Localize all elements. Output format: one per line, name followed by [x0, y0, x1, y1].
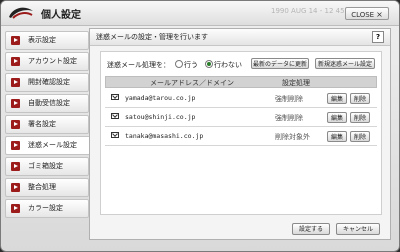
sidebar-item-label: 整合処理: [28, 183, 56, 191]
sidebar-item-label: 自動受信設定: [28, 99, 70, 107]
spam-mode-label: 迷惑メール処理を：: [107, 61, 170, 69]
sidebar-item-display[interactable]: 表示設定: [5, 31, 89, 50]
arrow-right-icon: [11, 162, 20, 171]
row-email: satou@shinji.co.jp: [125, 113, 196, 121]
close-button[interactable]: CLOSE ×: [345, 7, 389, 20]
close-icon: ×: [376, 10, 383, 19]
sidebar-item-label: 開封確認設定: [28, 78, 70, 86]
settings-window: 個人設定 1990 AUG 14 - 12 45 CLOSE × 表示設定 アカウ…: [0, 0, 400, 252]
sidebar-item-auto-receive[interactable]: 自動受信設定: [5, 94, 89, 113]
radio-label: 行わない: [214, 61, 242, 69]
row-action: 強制削除: [275, 114, 303, 122]
edit-button[interactable]: 編集: [327, 93, 347, 104]
sidebar-item-signature[interactable]: 署名設定: [5, 115, 89, 134]
sidebar: 表示設定 アカウント設定 開封確認設定 自動受信設定 署名設定 迷惑メール設定 …: [5, 31, 91, 220]
panel-title: 迷惑メールの設定・管理を行います: [96, 33, 208, 41]
radio-label: 行う: [184, 61, 198, 69]
sidebar-item-consistency[interactable]: 整合処理: [5, 178, 89, 197]
mail-icon: [111, 132, 119, 138]
edit-button[interactable]: 編集: [327, 112, 347, 123]
panel-footer: 設定する キャンセル: [90, 221, 390, 237]
arrow-right-icon: [11, 78, 20, 87]
table-row: yamada@tarou.co.jp 強制削除 編集 削除: [105, 89, 377, 108]
app-logo-icon: [9, 7, 33, 19]
spam-content-area: 迷惑メール処理を： 行う 行わない 最新のデータに更新 新規迷惑メール設定 メー…: [100, 51, 382, 215]
sidebar-item-account[interactable]: アカウント設定: [5, 52, 89, 71]
cancel-button[interactable]: キャンセル: [336, 223, 380, 235]
row-action: 強制削除: [275, 95, 303, 103]
mail-icon: [111, 113, 119, 119]
sidebar-item-label: ゴミ箱設定: [28, 162, 63, 170]
sidebar-item-label: 署名設定: [28, 120, 56, 128]
sidebar-item-spam[interactable]: 迷惑メール設定: [5, 136, 91, 155]
title-bar: 個人設定 1990 AUG 14 - 12 45 CLOSE ×: [1, 1, 399, 26]
sidebar-item-color[interactable]: カラー設定: [5, 199, 89, 218]
panel-header: 迷惑メールの設定・管理を行います ?: [90, 29, 390, 46]
arrow-right-icon: [11, 36, 20, 45]
new-spam-setting-button[interactable]: 新規迷惑メール設定: [315, 58, 375, 69]
column-header-email: メールアドレス／ドメイン: [150, 79, 234, 87]
spam-settings-panel: 迷惑メールの設定・管理を行います ? 迷惑メール処理を： 行う 行わない 最新の…: [89, 28, 391, 240]
sidebar-item-trash[interactable]: ゴミ箱設定: [5, 157, 89, 176]
arrow-right-icon: [11, 120, 20, 129]
delete-button[interactable]: 削除: [350, 131, 370, 142]
save-button[interactable]: 設定する: [292, 223, 330, 235]
column-header-action: 設定処理: [282, 79, 310, 87]
sidebar-item-label: アカウント設定: [28, 57, 77, 65]
faded-header-text: 1990 AUG 14 - 12 45: [271, 7, 345, 15]
radio-enable[interactable]: 行う: [175, 60, 198, 70]
help-button[interactable]: ?: [372, 31, 384, 43]
delete-button[interactable]: 削除: [350, 93, 370, 104]
table-row: tanaka@masashi.co.jp 削除対象外 編集 削除: [105, 127, 377, 146]
delete-button[interactable]: 削除: [350, 112, 370, 123]
arrow-right-icon: [11, 183, 20, 192]
arrow-right-icon: [11, 141, 20, 150]
sidebar-item-read-receipt[interactable]: 開封確認設定: [5, 73, 89, 92]
table-header: メールアドレス／ドメイン 設定処理: [105, 76, 377, 88]
row-action: 削除対象外: [275, 133, 310, 141]
sidebar-item-label: カラー設定: [28, 204, 63, 212]
radio-disable[interactable]: 行わない: [205, 60, 242, 70]
edit-button[interactable]: 編集: [327, 131, 347, 142]
row-email: yamada@tarou.co.jp: [125, 94, 196, 102]
window-title: 個人設定: [41, 10, 81, 21]
close-label: CLOSE: [351, 11, 375, 19]
arrow-right-icon: [11, 204, 20, 213]
sidebar-item-label: 迷惑メール設定: [28, 141, 77, 149]
sidebar-item-label: 表示設定: [28, 36, 56, 44]
arrow-right-icon: [11, 99, 20, 108]
radio-off-icon: [175, 60, 183, 68]
radio-on-icon: [205, 60, 213, 68]
mail-icon: [111, 94, 119, 100]
row-email: tanaka@masashi.co.jp: [125, 132, 204, 140]
refresh-data-button[interactable]: 最新のデータに更新: [251, 58, 309, 69]
arrow-right-icon: [11, 57, 20, 66]
table-row: satou@shinji.co.jp 強制削除 編集 削除: [105, 108, 377, 127]
